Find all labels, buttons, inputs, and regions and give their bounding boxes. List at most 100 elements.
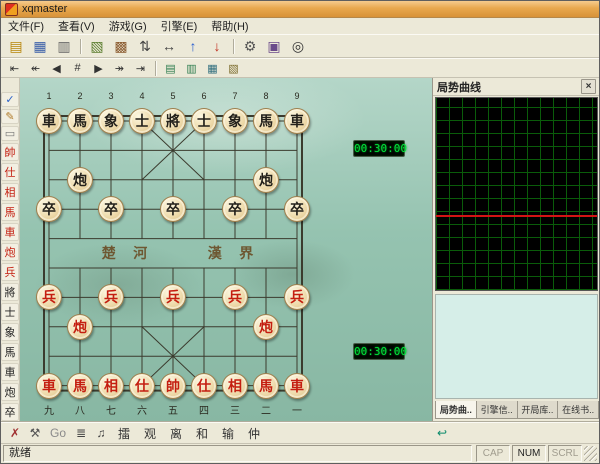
tab-engine-info[interactable]: 引擎信.. (475, 401, 518, 419)
piece-black-6-0[interactable]: 象 (222, 108, 248, 134)
nav-last-button[interactable]: ⇥ (131, 59, 150, 77)
search-button[interactable]: ◎ (287, 35, 309, 57)
piece-black-4-0[interactable]: 將 (160, 108, 186, 134)
piece-black-2-3[interactable]: 卒 (98, 196, 124, 223)
menu-game[interactable]: 游戏(G) (102, 17, 154, 35)
tab-situation-curve[interactable]: 局势曲.. (435, 401, 477, 419)
indicator-scrl: SCRL (548, 445, 582, 462)
copy-position-icon[interactable]: ▦ (203, 59, 222, 77)
nav-back-fast-button[interactable]: ↞ (26, 59, 45, 77)
red-elephant-button[interactable]: 相 (1, 183, 19, 201)
annotate-ok-icon[interactable]: ✓ (1, 92, 19, 107)
clear-board-icon[interactable]: ▭ (1, 126, 19, 141)
go-button[interactable]: Go (47, 425, 69, 441)
engine-settings-button[interactable]: ⚙ (239, 35, 261, 57)
black-pawn-button[interactable]: 卒 (1, 403, 19, 421)
piece-red-3-9[interactable]: 仕 (129, 372, 155, 399)
panel-close-button[interactable]: × (581, 79, 596, 94)
piece-red-1-9[interactable]: 馬 (67, 372, 93, 399)
piece-red-7-7[interactable]: 炮 (253, 313, 279, 340)
copy-game-icon[interactable]: ▤ (161, 59, 180, 77)
black-king-button[interactable]: 將 (1, 283, 19, 301)
piece-red-4-9[interactable]: 帥 (160, 372, 186, 399)
file-number-label: 3 (108, 91, 114, 101)
file-chinese-label: 八 (75, 406, 85, 417)
black-advisor-button[interactable]: 士 (1, 303, 19, 321)
move-list-icon[interactable]: ≣ (73, 425, 89, 441)
file-number-label: 7 (232, 91, 238, 101)
stop-icon[interactable]: ✗ (7, 425, 23, 441)
piece-black-5-0[interactable]: 士 (191, 108, 217, 134)
resize-grip[interactable] (584, 446, 597, 461)
piece-black-2-0[interactable]: 象 (98, 108, 124, 134)
black-horse-button[interactable]: 馬 (1, 343, 19, 361)
red-advisor-button[interactable]: 仕 (1, 163, 19, 181)
nav-back-button[interactable]: ◀ (47, 59, 66, 77)
nav-forward-fast-button[interactable]: ↠ (110, 59, 129, 77)
tools-icon[interactable]: ⚒ (27, 425, 43, 441)
resign-button[interactable]: 输 (217, 425, 239, 441)
menu-help[interactable]: 帮助(H) (204, 17, 255, 35)
tab-opening-book[interactable]: 开局库.. (516, 401, 559, 419)
leave-button[interactable]: 离 (165, 425, 187, 441)
black-cannon-button[interactable]: 炮 (1, 383, 19, 401)
save-file-button[interactable]: ▦ (29, 35, 51, 57)
open-file-button[interactable]: ▤ (5, 35, 27, 57)
paste-game-icon[interactable]: ▥ (182, 59, 201, 77)
swap-sides-button[interactable]: ↔ (158, 35, 180, 57)
observe-button[interactable]: 观 (139, 425, 161, 441)
piece-black-8-0[interactable]: 車 (284, 108, 310, 134)
tab-online-book[interactable]: 在线书.. (557, 401, 599, 419)
piece-black-6-3[interactable]: 卒 (222, 196, 248, 223)
piece-red-2-9[interactable]: 相 (98, 372, 124, 399)
file-number-label: 1 (46, 91, 52, 101)
menu-engine[interactable]: 引擎(E) (154, 17, 205, 35)
nav-first-button[interactable]: ⇤ (5, 59, 24, 77)
black-rook-button[interactable]: 車 (1, 363, 19, 381)
piece-red-1-7[interactable]: 炮 (67, 313, 93, 340)
edit-position-button[interactable]: ▩ (110, 35, 132, 57)
board-area: 楚 河 漢 界 00:30:00 00:30:00 1 2 3 4 5 6 7 8 9 九 八 七 六 五… (20, 78, 432, 422)
red-horse-button[interactable]: 馬 (1, 203, 19, 221)
menu-bar: 文件(F) 查看(V) 游戏(G) 引擎(E) 帮助(H) (1, 18, 599, 35)
paste-position-icon[interactable]: ▧ (224, 59, 243, 77)
black-elephant-button[interactable]: 象 (1, 323, 19, 341)
takeback-icon[interactable]: ↩ (434, 425, 450, 441)
piece-black-7-0[interactable]: 馬 (253, 108, 279, 134)
menu-view[interactable]: 查看(V) (51, 17, 102, 35)
red-pawn-button[interactable]: 兵 (1, 263, 19, 281)
piece-black-0-3[interactable]: 卒 (36, 196, 62, 223)
piece-red-8-9[interactable]: 車 (284, 372, 310, 399)
piece-red-7-9[interactable]: 馬 (253, 372, 279, 399)
piece-red-5-9[interactable]: 仕 (191, 372, 217, 399)
piece-black-8-3[interactable]: 卒 (284, 196, 310, 223)
sound-icon[interactable]: ♫ (93, 425, 109, 441)
piece-black-1-2[interactable]: 炮 (67, 166, 93, 193)
red-king-button[interactable]: 帥 (1, 143, 19, 161)
book-button[interactable]: ▣ (263, 35, 285, 57)
menu-file[interactable]: 文件(F) (1, 17, 51, 35)
flip-board-button[interactable]: ⇅ (134, 35, 156, 57)
piece-black-7-2[interactable]: 炮 (253, 166, 279, 193)
arbiter-button[interactable]: 仲 (243, 425, 265, 441)
panel-body (435, 294, 598, 399)
print-button[interactable]: ▥ (53, 35, 75, 57)
title-bar[interactable]: xqmaster (1, 1, 599, 18)
nav-current-button[interactable]: # (68, 59, 87, 77)
edit-mode-icon[interactable]: ✎ (1, 109, 19, 124)
piece-black-4-3[interactable]: 卒 (160, 196, 186, 223)
red-rook-button[interactable]: 車 (1, 223, 19, 241)
move-down-button[interactable]: ↓ (206, 35, 228, 57)
copy-board-button[interactable]: ▧ (86, 35, 108, 57)
nav-forward-button[interactable]: ▶ (89, 59, 108, 77)
piece-black-3-0[interactable]: 士 (129, 108, 155, 134)
move-up-button[interactable]: ↑ (182, 35, 204, 57)
toolbar-separator (155, 60, 156, 76)
arena-button[interactable]: 擂 (113, 425, 135, 441)
piece-red-0-9[interactable]: 車 (36, 372, 62, 399)
piece-black-0-0[interactable]: 車 (36, 108, 62, 134)
piece-black-1-0[interactable]: 馬 (67, 108, 93, 134)
red-cannon-button[interactable]: 炮 (1, 243, 19, 261)
piece-red-6-9[interactable]: 相 (222, 372, 248, 399)
draw-button[interactable]: 和 (191, 425, 213, 441)
